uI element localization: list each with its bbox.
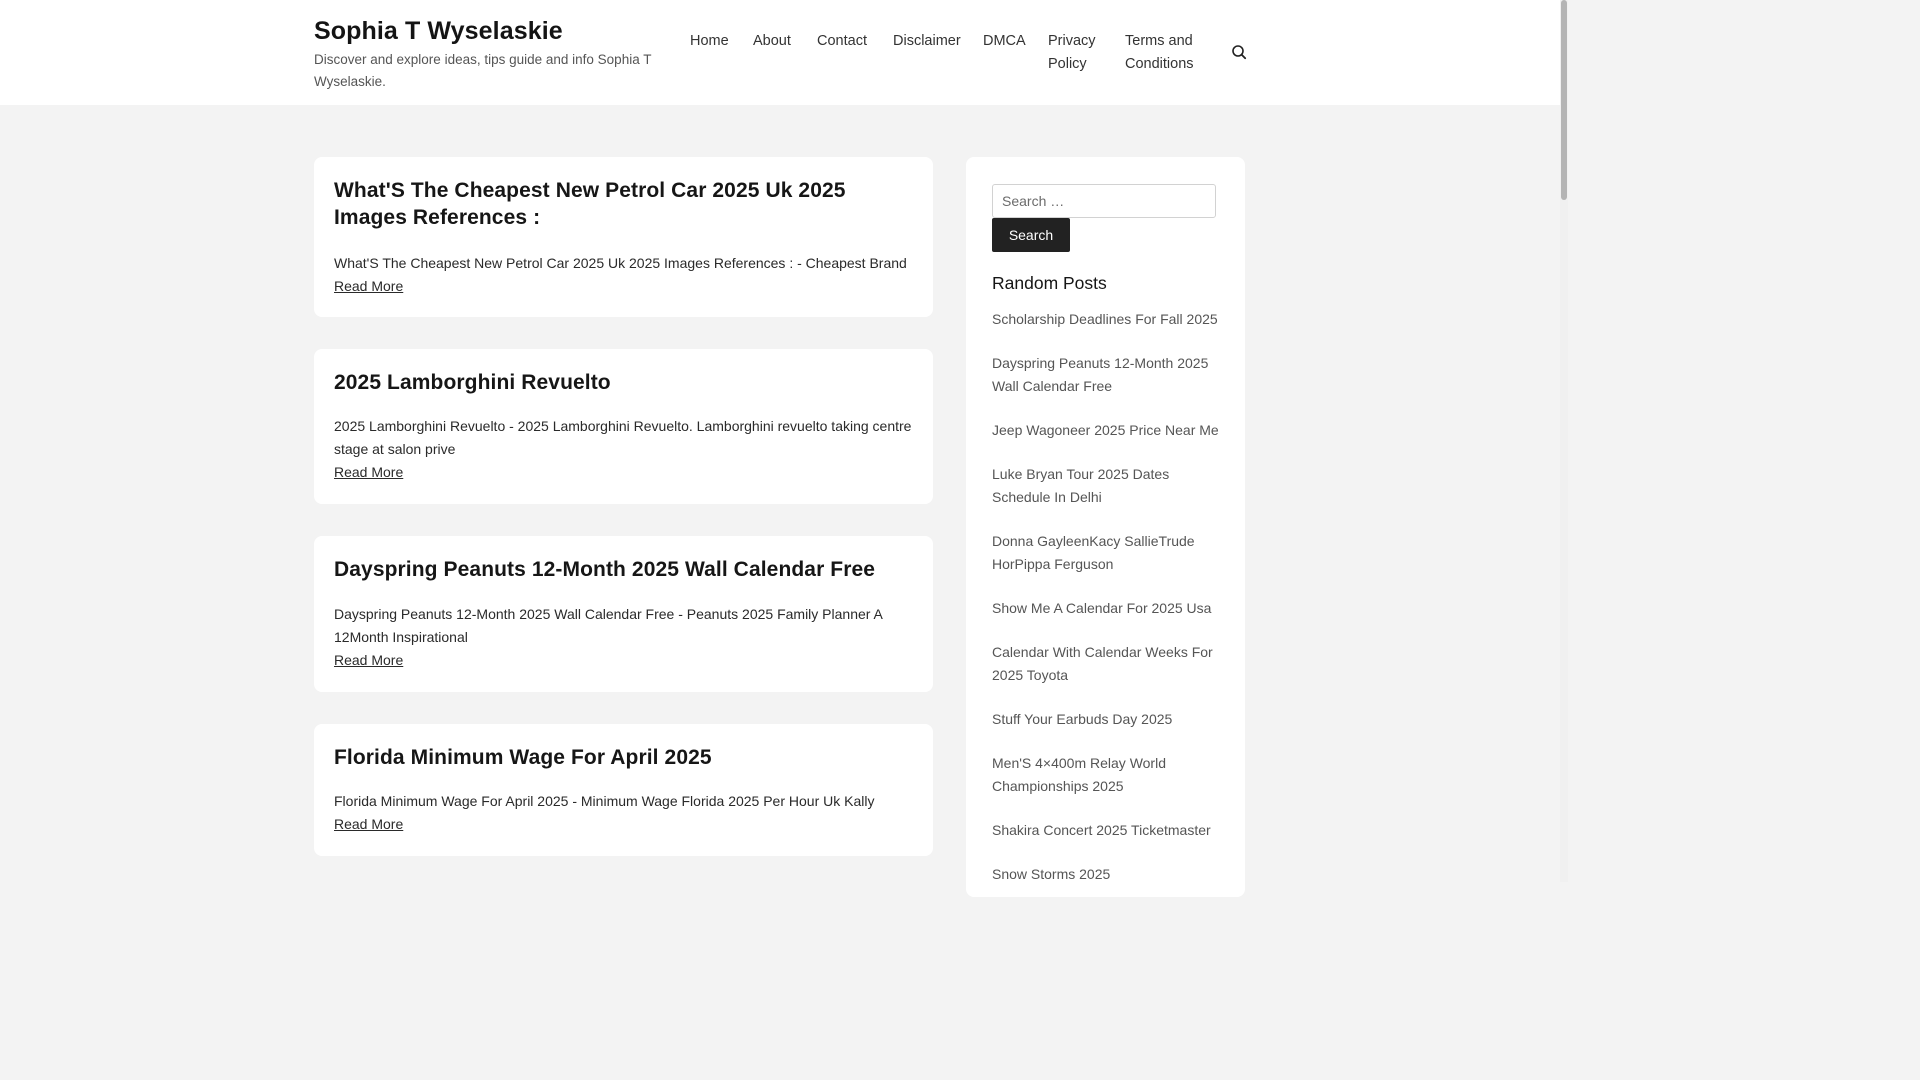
nav-item-terms-and-conditions[interactable]: Terms and Conditions [1125, 30, 1207, 76]
post-excerpt: Florida Minimum Wage For April 2025 - Mi… [334, 793, 875, 809]
post-card: Florida Minimum Wage For April 2025 Flor… [314, 724, 933, 856]
list-item: Shakira Concert 2025 Ticketmaster [992, 819, 1222, 842]
sidebar: Search Random Posts Scholarship Deadline… [966, 157, 1245, 897]
list-item: Jeep Wagoneer 2025 Price Near Me [992, 419, 1222, 442]
search-button[interactable]: Search [992, 218, 1070, 252]
random-post-link[interactable]: Show Me A Calendar For 2025 Usa [992, 600, 1211, 616]
random-post-link[interactable]: Scholarship Deadlines For Fall 2025 [992, 311, 1218, 327]
list-item: Scholarship Deadlines For Fall 2025 [992, 308, 1222, 331]
nav-item-contact[interactable]: Contact [817, 30, 867, 53]
post-excerpt: What'S The Cheapest New Petrol Car 2025 … [334, 255, 907, 271]
list-item: Luke Bryan Tour 2025 Dates Schedule In D… [992, 463, 1222, 509]
nav-item-disclaimer[interactable]: Disclaimer [893, 30, 961, 53]
post-card: 2025 Lamborghini Revuelto 2025 Lamborghi… [314, 349, 933, 504]
list-item: Men'S 4×400m Relay World Championships 2… [992, 752, 1222, 798]
site-title[interactable]: Sophia T Wyselaskie [314, 14, 659, 48]
nav-item-dmca[interactable]: DMCA [983, 30, 1026, 53]
random-posts-heading: Random Posts [992, 273, 1107, 293]
random-post-link[interactable]: Shakira Concert 2025 Ticketmaster [992, 822, 1211, 838]
post-excerpt: 2025 Lamborghini Revuelto - 2025 Lamborg… [334, 418, 912, 457]
random-post-link[interactable]: Snow Storms 2025 [992, 866, 1110, 882]
scrollbar-thumb[interactable] [1561, 0, 1567, 200]
site-header: Sophia T Wyselaskie Discover and explore… [0, 0, 1560, 105]
random-post-link[interactable]: Men'S 4×400m Relay World Championships 2… [992, 755, 1166, 794]
nav-item-home[interactable]: Home [690, 30, 729, 53]
list-item: Dayspring Peanuts 12-Month 2025 Wall Cal… [992, 352, 1222, 398]
post-card: What'S The Cheapest New Petrol Car 2025 … [314, 157, 933, 317]
read-more-link[interactable]: Read More [334, 649, 403, 672]
random-post-link[interactable]: Dayspring Peanuts 12-Month 2025 Wall Cal… [992, 355, 1208, 394]
read-more-link[interactable]: Read More [334, 275, 403, 298]
search-icon[interactable] [1231, 44, 1247, 60]
list-item: Show Me A Calendar For 2025 Usa [992, 597, 1222, 620]
site-branding: Sophia T Wyselaskie Discover and explore… [314, 14, 659, 93]
list-item: Snow Storms 2025 [992, 863, 1222, 886]
post-excerpt: Dayspring Peanuts 12-Month 2025 Wall Cal… [334, 606, 883, 645]
site-description: Discover and explore ideas, tips guide a… [314, 52, 652, 89]
nav-item-privacy-policy[interactable]: Privacy Policy [1048, 30, 1110, 76]
random-post-link[interactable]: Jeep Wagoneer 2025 Price Near Me [992, 422, 1219, 438]
list-item: Stuff Your Earbuds Day 2025 [992, 708, 1222, 731]
random-post-link[interactable]: Donna GayleenKacy SallieTrude HorPippa F… [992, 533, 1195, 572]
list-item: Donna GayleenKacy SallieTrude HorPippa F… [992, 530, 1222, 576]
list-item: Calendar With Calendar Weeks For 2025 To… [992, 641, 1222, 687]
post-title[interactable]: Dayspring Peanuts 12-Month 2025 Wall Cal… [334, 556, 914, 583]
nav-item-about[interactable]: About [753, 30, 791, 53]
read-more-link[interactable]: Read More [334, 813, 403, 836]
random-post-link[interactable]: Luke Bryan Tour 2025 Dates Schedule In D… [992, 466, 1169, 505]
post-title[interactable]: Florida Minimum Wage For April 2025 [334, 744, 914, 771]
random-posts-list: Scholarship Deadlines For Fall 2025 Days… [992, 308, 1222, 907]
random-post-link[interactable]: Calendar With Calendar Weeks For 2025 To… [992, 644, 1213, 683]
search-input[interactable] [992, 184, 1216, 218]
post-card: Dayspring Peanuts 12-Month 2025 Wall Cal… [314, 536, 933, 692]
post-title[interactable]: 2025 Lamborghini Revuelto [334, 369, 914, 396]
random-post-link[interactable]: Stuff Your Earbuds Day 2025 [992, 711, 1172, 727]
post-title[interactable]: What'S The Cheapest New Petrol Car 2025 … [334, 177, 914, 231]
read-more-link[interactable]: Read More [334, 461, 403, 484]
